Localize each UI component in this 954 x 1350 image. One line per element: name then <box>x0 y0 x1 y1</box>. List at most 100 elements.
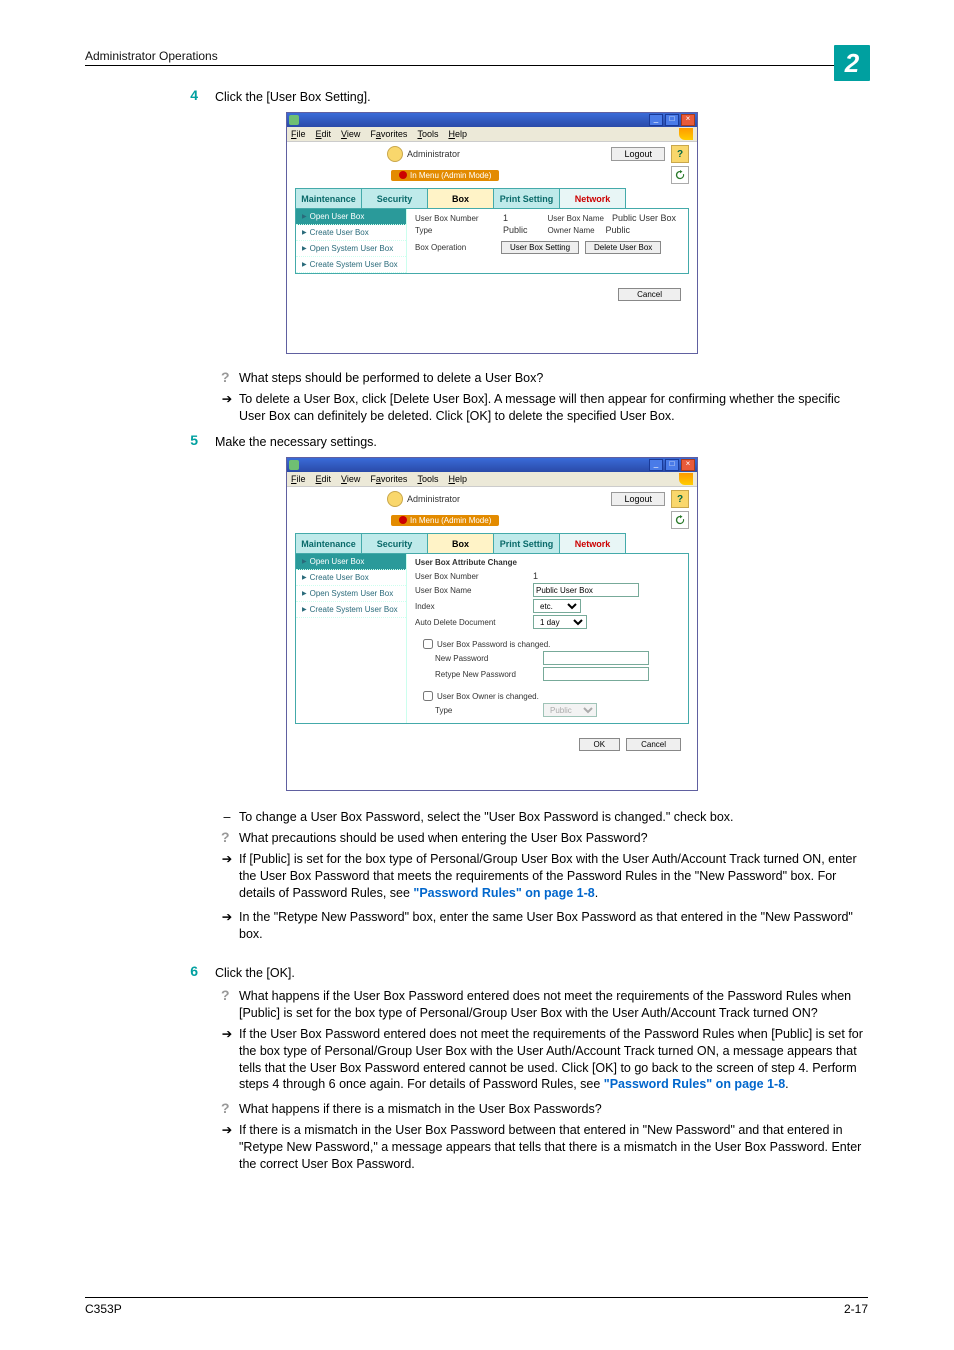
ubname-label: User Box Name <box>415 586 495 595</box>
admin-mode-button[interactable]: In Menu (Admin Mode) <box>391 515 499 526</box>
owner-name-label: Owner Name <box>548 226 598 235</box>
arrow-right-icon: ➔ <box>215 391 239 408</box>
sidebar-item-open-system-user-box[interactable]: ▶Open System User Box <box>296 586 406 602</box>
menu-tools[interactable]: Tools <box>417 474 438 484</box>
menu-tools[interactable]: Tools <box>417 129 438 139</box>
chevron-right-icon: ▶ <box>302 245 307 252</box>
cancel-button[interactable]: Cancel <box>626 738 681 751</box>
menu-file[interactable]: File <box>291 129 306 139</box>
box-operation-label: Box Operation <box>415 243 495 252</box>
delete-user-box-button[interactable]: Delete User Box <box>585 241 661 254</box>
panel-heading: User Box Attribute Change <box>415 558 680 567</box>
tab-network[interactable]: Network <box>559 188 626 208</box>
minimize-icon[interactable]: _ <box>649 114 663 126</box>
sidebar-item-create-system-user-box[interactable]: ▶Create System User Box <box>296 602 406 618</box>
auto-delete-select[interactable]: 1 day <box>533 615 587 629</box>
step-6-answer-1: If the User Box Password entered does no… <box>239 1026 865 1094</box>
chapter-badge: 2 <box>834 45 870 81</box>
logout-button[interactable]: Logout <box>611 492 665 506</box>
index-select[interactable]: etc. <box>533 599 581 613</box>
user-box-name-input[interactable] <box>533 583 639 597</box>
window-icon <box>289 115 299 125</box>
chevron-right-icon: ▶ <box>302 213 307 220</box>
type-label: Type <box>415 226 495 235</box>
maximize-icon[interactable]: □ <box>665 114 679 126</box>
new-password-input[interactable] <box>543 651 649 665</box>
retype-password-input[interactable] <box>543 667 649 681</box>
menu-file[interactable]: File <box>291 474 306 484</box>
menu-view[interactable]: View <box>341 129 360 139</box>
main-content: User Box Number1 TypePublic User Box Nam… <box>407 209 688 273</box>
question-icon <box>221 830 233 846</box>
window-controls: _ □ × <box>649 114 695 126</box>
tab-box[interactable]: Box <box>427 188 494 208</box>
password-rules-link[interactable]: "Password Rules" on page 1-8 <box>604 1077 785 1091</box>
tab-maintenance[interactable]: Maintenance <box>295 533 362 553</box>
side-nav: ▶Open User Box ▶Create User Box ▶Open Sy… <box>296 209 407 273</box>
mode-indicator-icon <box>399 171 407 179</box>
footer-model: C353P <box>85 1302 122 1316</box>
step-5-answer-1: If [Public] is set for the box type of P… <box>239 851 865 902</box>
tab-spacer <box>625 533 690 553</box>
step-4-number: 4 <box>178 87 198 103</box>
admin-label: Administrator <box>407 149 460 159</box>
admin-header: Administrator Logout ? <box>287 487 697 511</box>
refresh-icon[interactable] <box>671 166 689 184</box>
menu-help[interactable]: Help <box>448 129 467 139</box>
cancel-button[interactable]: Cancel <box>618 288 681 301</box>
sidebar-item-create-system-user-box[interactable]: ▶Create System User Box <box>296 257 406 273</box>
close-icon[interactable]: × <box>681 114 695 126</box>
tab-network[interactable]: Network <box>559 533 626 553</box>
dash-icon: – <box>215 809 239 826</box>
tab-strip: Maintenance Security Box Print Setting N… <box>295 188 689 208</box>
refresh-icon[interactable] <box>671 511 689 529</box>
step-5-dash: To change a User Box Password, select th… <box>239 809 865 826</box>
chevron-right-icon: ▶ <box>302 261 307 268</box>
close-icon[interactable]: × <box>681 459 695 471</box>
help-icon[interactable]: ? <box>671 145 689 163</box>
menu-edit[interactable]: Edit <box>316 129 332 139</box>
menu-favorites[interactable]: Favorites <box>370 129 407 139</box>
tab-print-setting[interactable]: Print Setting <box>493 533 560 553</box>
tab-maintenance[interactable]: Maintenance <box>295 188 362 208</box>
content-panel: ▶Open User Box ▶Create User Box ▶Open Sy… <box>295 208 689 274</box>
mode-indicator-icon <box>399 516 407 524</box>
menu-favorites[interactable]: Favorites <box>370 474 407 484</box>
step-6-answer-2: If there is a mismatch in the User Box P… <box>239 1122 865 1173</box>
admin-icon <box>387 146 403 162</box>
ubn-label: User Box Number <box>415 572 495 581</box>
autodelete-label: Auto Delete Document <box>415 618 515 627</box>
admin-mode-button[interactable]: In Menu (Admin Mode) <box>391 170 499 181</box>
menu-help[interactable]: Help <box>448 474 467 484</box>
type-value: Public <box>503 225 528 235</box>
sidebar-item-create-user-box[interactable]: ▶Create User Box <box>296 225 406 241</box>
tab-box[interactable]: Box <box>427 533 494 553</box>
help-icon[interactable]: ? <box>671 490 689 508</box>
logout-button[interactable]: Logout <box>611 147 665 161</box>
ok-button[interactable]: OK <box>579 738 621 751</box>
maximize-icon[interactable]: □ <box>665 459 679 471</box>
sidebar-item-open-user-box[interactable]: ▶Open User Box <box>296 554 406 570</box>
menu-edit[interactable]: Edit <box>316 474 332 484</box>
password-changed-checkbox[interactable] <box>423 639 433 649</box>
arrow-right-icon: ➔ <box>215 1122 239 1139</box>
bottom-bar: Cancel <box>287 282 697 311</box>
owner-changed-checkbox[interactable] <box>423 691 433 701</box>
password-rules-link[interactable]: "Password Rules" on page 1-8 <box>413 886 594 900</box>
screenshot-user-box-attribute-change: _ □ × File Edit View Favorites Tools Hel… <box>286 457 698 791</box>
chevron-right-icon: ▶ <box>302 606 307 613</box>
menu-view[interactable]: View <box>341 474 360 484</box>
sidebar-item-open-system-user-box[interactable]: ▶Open System User Box <box>296 241 406 257</box>
running-header: Administrator Operations 2 <box>85 45 868 66</box>
window-controls: _ □ × <box>649 459 695 471</box>
sidebar-item-create-user-box[interactable]: ▶Create User Box <box>296 570 406 586</box>
tab-print-setting[interactable]: Print Setting <box>493 188 560 208</box>
owner-name-value: Public <box>606 225 631 235</box>
browser-logo-icon <box>679 128 693 140</box>
user-box-setting-button[interactable]: User Box Setting <box>501 241 579 254</box>
tab-security[interactable]: Security <box>361 533 428 553</box>
sidebar-item-open-user-box[interactable]: ▶Open User Box <box>296 209 406 225</box>
tab-security[interactable]: Security <box>361 188 428 208</box>
step-4-question: What steps should be performed to delete… <box>239 370 865 387</box>
minimize-icon[interactable]: _ <box>649 459 663 471</box>
